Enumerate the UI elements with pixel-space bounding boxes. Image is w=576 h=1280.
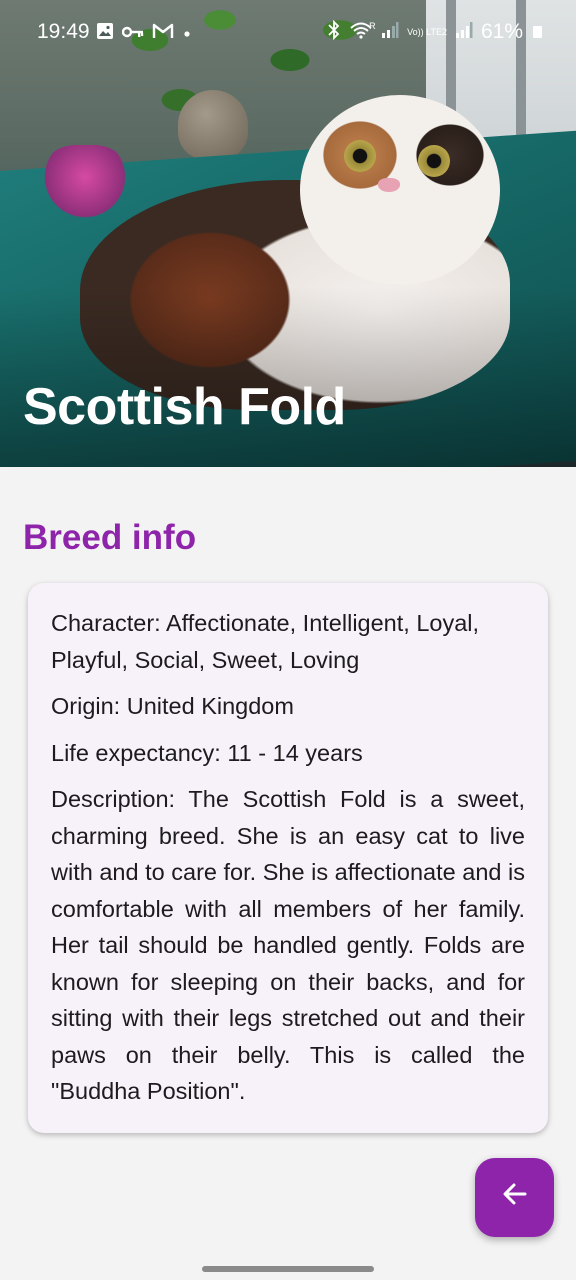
status-bar: 19:49 R Vo)) LTE2 61% — [0, 0, 576, 64]
notification-icons — [96, 22, 192, 44]
image-icon — [96, 22, 114, 44]
plant-pot — [178, 90, 248, 160]
cat-eye-right — [418, 145, 450, 177]
description-text: Description: The Scottish Fold is a swee… — [51, 786, 525, 1104]
origin-text: Origin: United Kingdom — [51, 693, 294, 719]
wifi-label: R — [369, 21, 376, 31]
wifi-icon: R — [349, 20, 376, 44]
cat-head — [300, 95, 500, 285]
volte-icon: Vo)) LTE2 — [407, 26, 447, 37]
bluetooth-icon — [327, 19, 341, 44]
cat-photo: Scottish Fold — [0, 0, 576, 467]
character-text: Character: Affectionate, Intelligent, Lo… — [51, 610, 480, 673]
back-button[interactable] — [475, 1158, 554, 1237]
life-expectancy-text: Life expectancy: 11 - 14 years — [51, 739, 363, 766]
breed-info-card: Character: Affectionate, Intelligent, Lo… — [28, 583, 548, 1133]
battery-icon — [533, 26, 542, 38]
signal-icon-2 — [455, 21, 473, 43]
dot-icon — [182, 23, 192, 43]
key-icon — [121, 23, 144, 43]
cat-eye-left — [344, 140, 376, 172]
system-icons: R Vo)) LTE2 61% — [327, 19, 542, 44]
status-time: 19:49 — [37, 20, 90, 43]
breed-title: Scottish Fold — [23, 378, 346, 436]
signal-icon — [381, 21, 399, 43]
pink-toy — [40, 145, 130, 225]
gesture-home-bar[interactable] — [202, 1266, 374, 1272]
section-title: Breed info — [23, 518, 197, 557]
cat-nose — [378, 178, 400, 192]
gmail-icon — [152, 23, 174, 43]
screen: Scottish Fold 19:49 R Vo)) LTE2 61% Bree… — [0, 0, 576, 1280]
arrow-left-icon — [501, 1178, 529, 1217]
battery-percent: 61% — [480, 20, 523, 43]
